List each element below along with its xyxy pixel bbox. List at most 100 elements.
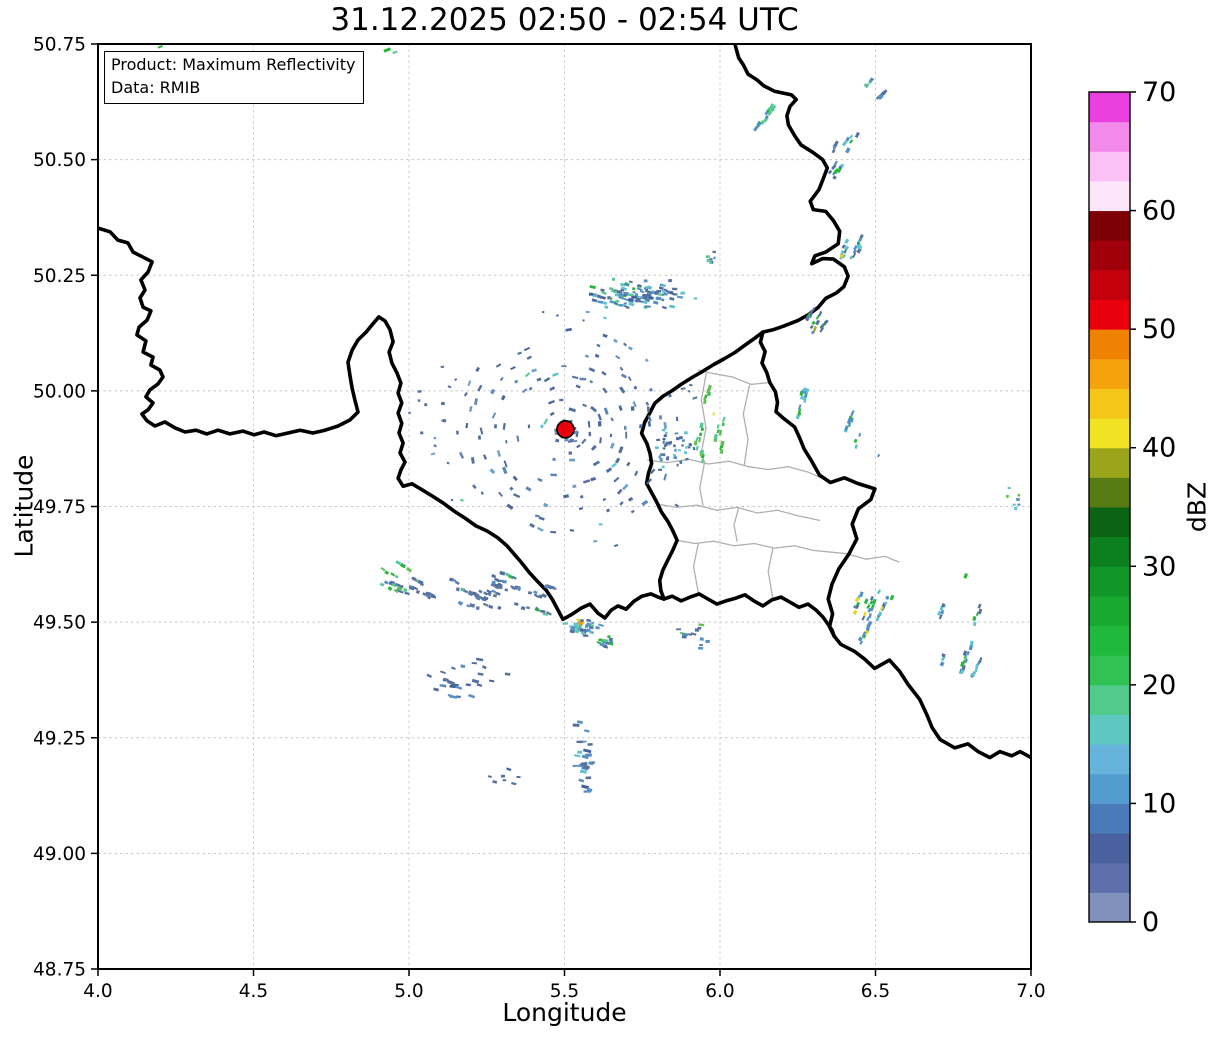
radar-echo-pixel bbox=[404, 591, 410, 596]
radar-echo-pixel bbox=[590, 444, 597, 451]
radar-echo-pixel bbox=[661, 465, 665, 469]
radar-echo-pixel bbox=[439, 684, 446, 687]
radar-echo-pixel bbox=[643, 279, 648, 283]
radar-echo-pixel bbox=[627, 496, 634, 502]
colorbar-segment bbox=[1089, 210, 1130, 241]
plot-title: 31.12.2025 02:50 - 02:54 UTC bbox=[330, 2, 799, 38]
radar-echo-pixel bbox=[598, 623, 604, 627]
radar-echo-pixel bbox=[681, 635, 687, 639]
radar-echo-pixel bbox=[582, 479, 591, 484]
radar-echo-pixel bbox=[477, 672, 484, 676]
radar-echo-pixel bbox=[658, 468, 663, 471]
radar-echo-pixel bbox=[673, 456, 678, 460]
radar-echo-pixel bbox=[602, 333, 608, 338]
echo-cluster-ne-streaks-top bbox=[753, 103, 777, 132]
radar-echo-pixel bbox=[721, 416, 726, 423]
radar-echo-pixel bbox=[668, 279, 672, 283]
radar-echo-pixel bbox=[675, 628, 682, 631]
radar-echo-pixel bbox=[582, 319, 585, 322]
radar-echo-pixel bbox=[861, 615, 866, 621]
radar-echo-pixel bbox=[594, 353, 600, 359]
admin-border bbox=[767, 547, 774, 600]
radar-echo-pixel bbox=[681, 444, 684, 447]
colorbar-segment bbox=[1089, 329, 1130, 360]
radar-echo-pixel bbox=[684, 451, 688, 455]
radar-echo-pixel bbox=[609, 287, 614, 290]
radar-echo-pixel bbox=[380, 566, 386, 572]
radar-echo-pixel bbox=[491, 589, 497, 594]
radar-echo-pixel bbox=[664, 431, 668, 435]
radar-echo-pixel bbox=[548, 399, 556, 405]
radar-echo-pixel bbox=[602, 316, 607, 320]
radar-echo-pixel bbox=[592, 295, 598, 298]
radar-echo-pixel bbox=[455, 587, 461, 592]
radar-echo-pixel bbox=[661, 290, 666, 293]
radar-echo-pixel bbox=[844, 238, 850, 245]
x-axis-label: Longitude bbox=[502, 998, 627, 1027]
radar-echo-pixel bbox=[442, 418, 447, 423]
radar-echo-pixel bbox=[633, 385, 638, 390]
radar-echo-pixel bbox=[399, 562, 407, 569]
radar-echo-pixel bbox=[854, 444, 859, 450]
radar-echo-pixel bbox=[587, 420, 591, 428]
radar-echo-pixel bbox=[379, 582, 385, 587]
radar-echo-pixel bbox=[577, 750, 583, 754]
radar-echo-pixel bbox=[716, 424, 720, 429]
radar-echo-pixel bbox=[661, 428, 666, 432]
radar-echo-pixel bbox=[543, 377, 551, 383]
radar-echo-pixel bbox=[599, 437, 602, 444]
radar-echo-pixel bbox=[663, 422, 668, 429]
radar-echo-pixel bbox=[591, 298, 598, 303]
radar-echo-pixel bbox=[383, 580, 389, 585]
radar-echo-pixel bbox=[492, 780, 498, 784]
radar-echo-pixel bbox=[605, 467, 613, 473]
colorbar-tick-label: 20 bbox=[1142, 670, 1176, 701]
radar-echo-pixel bbox=[415, 589, 421, 595]
radar-echo-pixel bbox=[630, 406, 635, 411]
colorbar-tick-label: 0 bbox=[1142, 907, 1159, 938]
radar-echo-pixel bbox=[383, 47, 392, 53]
y-tick-label: 50.75 bbox=[33, 35, 86, 56]
radar-echo-pixel bbox=[613, 302, 618, 305]
radar-echo-pixel bbox=[527, 424, 530, 429]
radar-echo-pixel bbox=[512, 475, 518, 482]
radar-echo-pixel bbox=[536, 377, 542, 382]
radar-echo-pixel bbox=[451, 666, 456, 670]
radar-echo-pixel bbox=[677, 449, 681, 452]
radar-echo-pixel bbox=[610, 417, 614, 422]
radar-echo-pixel bbox=[588, 367, 596, 373]
radar-echo-pixel bbox=[590, 476, 597, 482]
radar-echo-pixel bbox=[534, 514, 540, 518]
admin-border bbox=[742, 384, 751, 466]
radar-echo-pixel bbox=[809, 324, 814, 330]
radar-echo-pixel bbox=[644, 358, 649, 363]
radar-echo-pixel bbox=[692, 446, 696, 451]
radar-echo-pixel bbox=[634, 293, 639, 297]
radar-echo-pixel bbox=[841, 140, 848, 147]
radar-echo-pixel bbox=[669, 304, 676, 309]
echo-cluster-be-small-bits bbox=[705, 250, 716, 265]
radar-echo-pixel bbox=[571, 375, 579, 380]
colorbar-segment bbox=[1089, 892, 1130, 923]
radar-echo-pixel bbox=[698, 646, 704, 650]
radar-echo-pixel bbox=[459, 498, 464, 502]
radar-echo-pixel bbox=[1017, 493, 1021, 497]
radar-echo-pixel bbox=[611, 462, 617, 468]
echo-cluster-fr-streaks-mid bbox=[675, 623, 710, 650]
admin-border bbox=[676, 539, 848, 555]
radar-echo-pixel bbox=[598, 523, 603, 526]
radar-echo-pixel bbox=[811, 320, 816, 326]
radar-echo-pixel bbox=[603, 301, 608, 305]
radar-echo-pixel bbox=[1007, 487, 1011, 489]
y-tick-label: 50.00 bbox=[33, 381, 86, 402]
radar-echo-pixel bbox=[420, 431, 424, 435]
radar-echo-pixel bbox=[520, 606, 526, 611]
radar-echo-pixel bbox=[576, 444, 581, 449]
radar-echo-pixel bbox=[625, 305, 630, 310]
echo-cluster-far-se-streaks bbox=[937, 603, 983, 678]
radar-echo-pixel bbox=[889, 594, 895, 601]
radar-echo-pixel bbox=[511, 781, 517, 786]
colorbar-tick-label: 50 bbox=[1142, 314, 1176, 345]
colorbar-tick-label: 40 bbox=[1142, 433, 1176, 464]
radar-echo-pixel bbox=[680, 387, 686, 390]
